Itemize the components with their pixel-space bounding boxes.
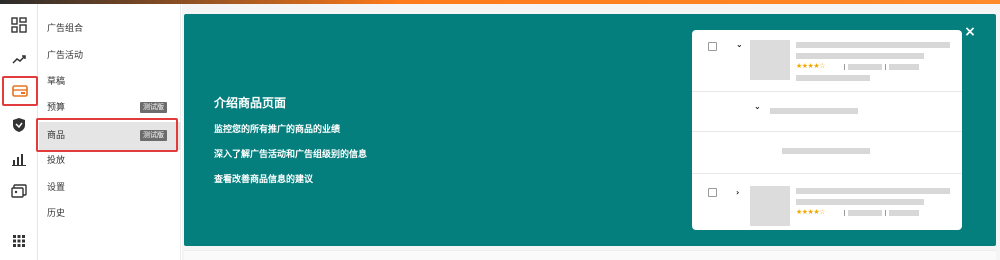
product-thumbnail (750, 186, 790, 226)
close-icon[interactable]: × (962, 24, 978, 40)
separator (844, 210, 845, 216)
placeholder-bar (796, 42, 950, 48)
chevron-right-icon: › (736, 188, 740, 197)
placeholder-bar (796, 53, 924, 59)
menu-item-label: 历史 (47, 209, 66, 219)
placeholder-bar (848, 64, 882, 70)
checkbox (708, 42, 717, 51)
icon-rail (0, 4, 38, 260)
placeholder-bar (796, 75, 870, 81)
menu-item-label: 投放 (47, 156, 66, 166)
trend-up-icon[interactable] (8, 48, 30, 70)
chevron-down-icon: ⌄ (754, 102, 761, 111)
separator (844, 64, 845, 70)
preview-row (692, 132, 962, 174)
menu-item-label: 广告活动 (47, 51, 84, 61)
chevron-down-icon: ⌄ (736, 40, 743, 49)
menu-item-settings[interactable]: 设置 (39, 176, 181, 200)
beta-badge: 测试版 (140, 102, 167, 113)
main-content: 介绍商品页面 监控您的所有推广的商品的业绩 深入了解广告活动和广告组级别的信息 … (182, 4, 1000, 260)
placeholder-bar (782, 148, 870, 154)
media-icon[interactable] (8, 180, 30, 202)
preview-illustration: ⌄ ★★★★☆ ⌄ › ★★★★☆ (692, 30, 962, 230)
separator (885, 64, 886, 70)
selection-highlight (36, 118, 178, 152)
menu-item-campaigns[interactable]: 广告活动 (39, 44, 181, 68)
placeholder-bar (848, 210, 882, 216)
checkbox (708, 188, 717, 197)
menu-item-budgets[interactable]: 预算 测试版 (39, 96, 181, 120)
menu-item-placements[interactable]: 投放 (39, 149, 181, 173)
banner-line: 查看改善商品信息的建议 (214, 175, 314, 185)
banner-line: 监控您的所有推广的商品的业绩 (214, 125, 341, 135)
dashboard-icon[interactable] (8, 14, 30, 36)
apps-grid-icon[interactable] (8, 230, 30, 252)
placeholder-bar (796, 188, 950, 194)
product-thumbnail (750, 40, 790, 80)
separator (885, 210, 886, 216)
intro-banner: 介绍商品页面 监控您的所有推广的商品的业绩 深入了解广告活动和广告组级别的信息 … (184, 14, 996, 246)
shield-icon[interactable] (8, 114, 30, 136)
content-below (184, 250, 996, 260)
menu-item-label: 草稿 (47, 77, 66, 87)
menu-item-portfolios[interactable]: 广告组合 (39, 17, 181, 41)
placeholder-bar (889, 64, 919, 70)
placeholder-bar (889, 210, 919, 216)
wallet-icon[interactable] (2, 76, 38, 106)
menu-item-label: 设置 (47, 183, 66, 193)
menu-item-label: 预算 (47, 103, 66, 113)
placeholder-bar (770, 108, 858, 114)
banner-title: 介绍商品页面 (214, 96, 287, 110)
menu-item-history[interactable]: 历史 (39, 202, 181, 226)
preview-row: ⌄ ★★★★☆ (692, 30, 962, 92)
menu-item-label: 广告组合 (47, 24, 84, 34)
rating-stars: ★★★★☆ (796, 62, 825, 70)
menu-item-drafts[interactable]: 草稿 (39, 70, 181, 94)
placeholder-bar (796, 199, 924, 205)
preview-row: ⌄ (692, 92, 962, 132)
bar-chart-icon[interactable] (8, 148, 30, 170)
rating-stars: ★★★★☆ (796, 208, 825, 216)
banner-line: 深入了解广告活动和广告组级别的信息 (214, 150, 368, 160)
preview-row: › ★★★★☆ (692, 174, 962, 230)
